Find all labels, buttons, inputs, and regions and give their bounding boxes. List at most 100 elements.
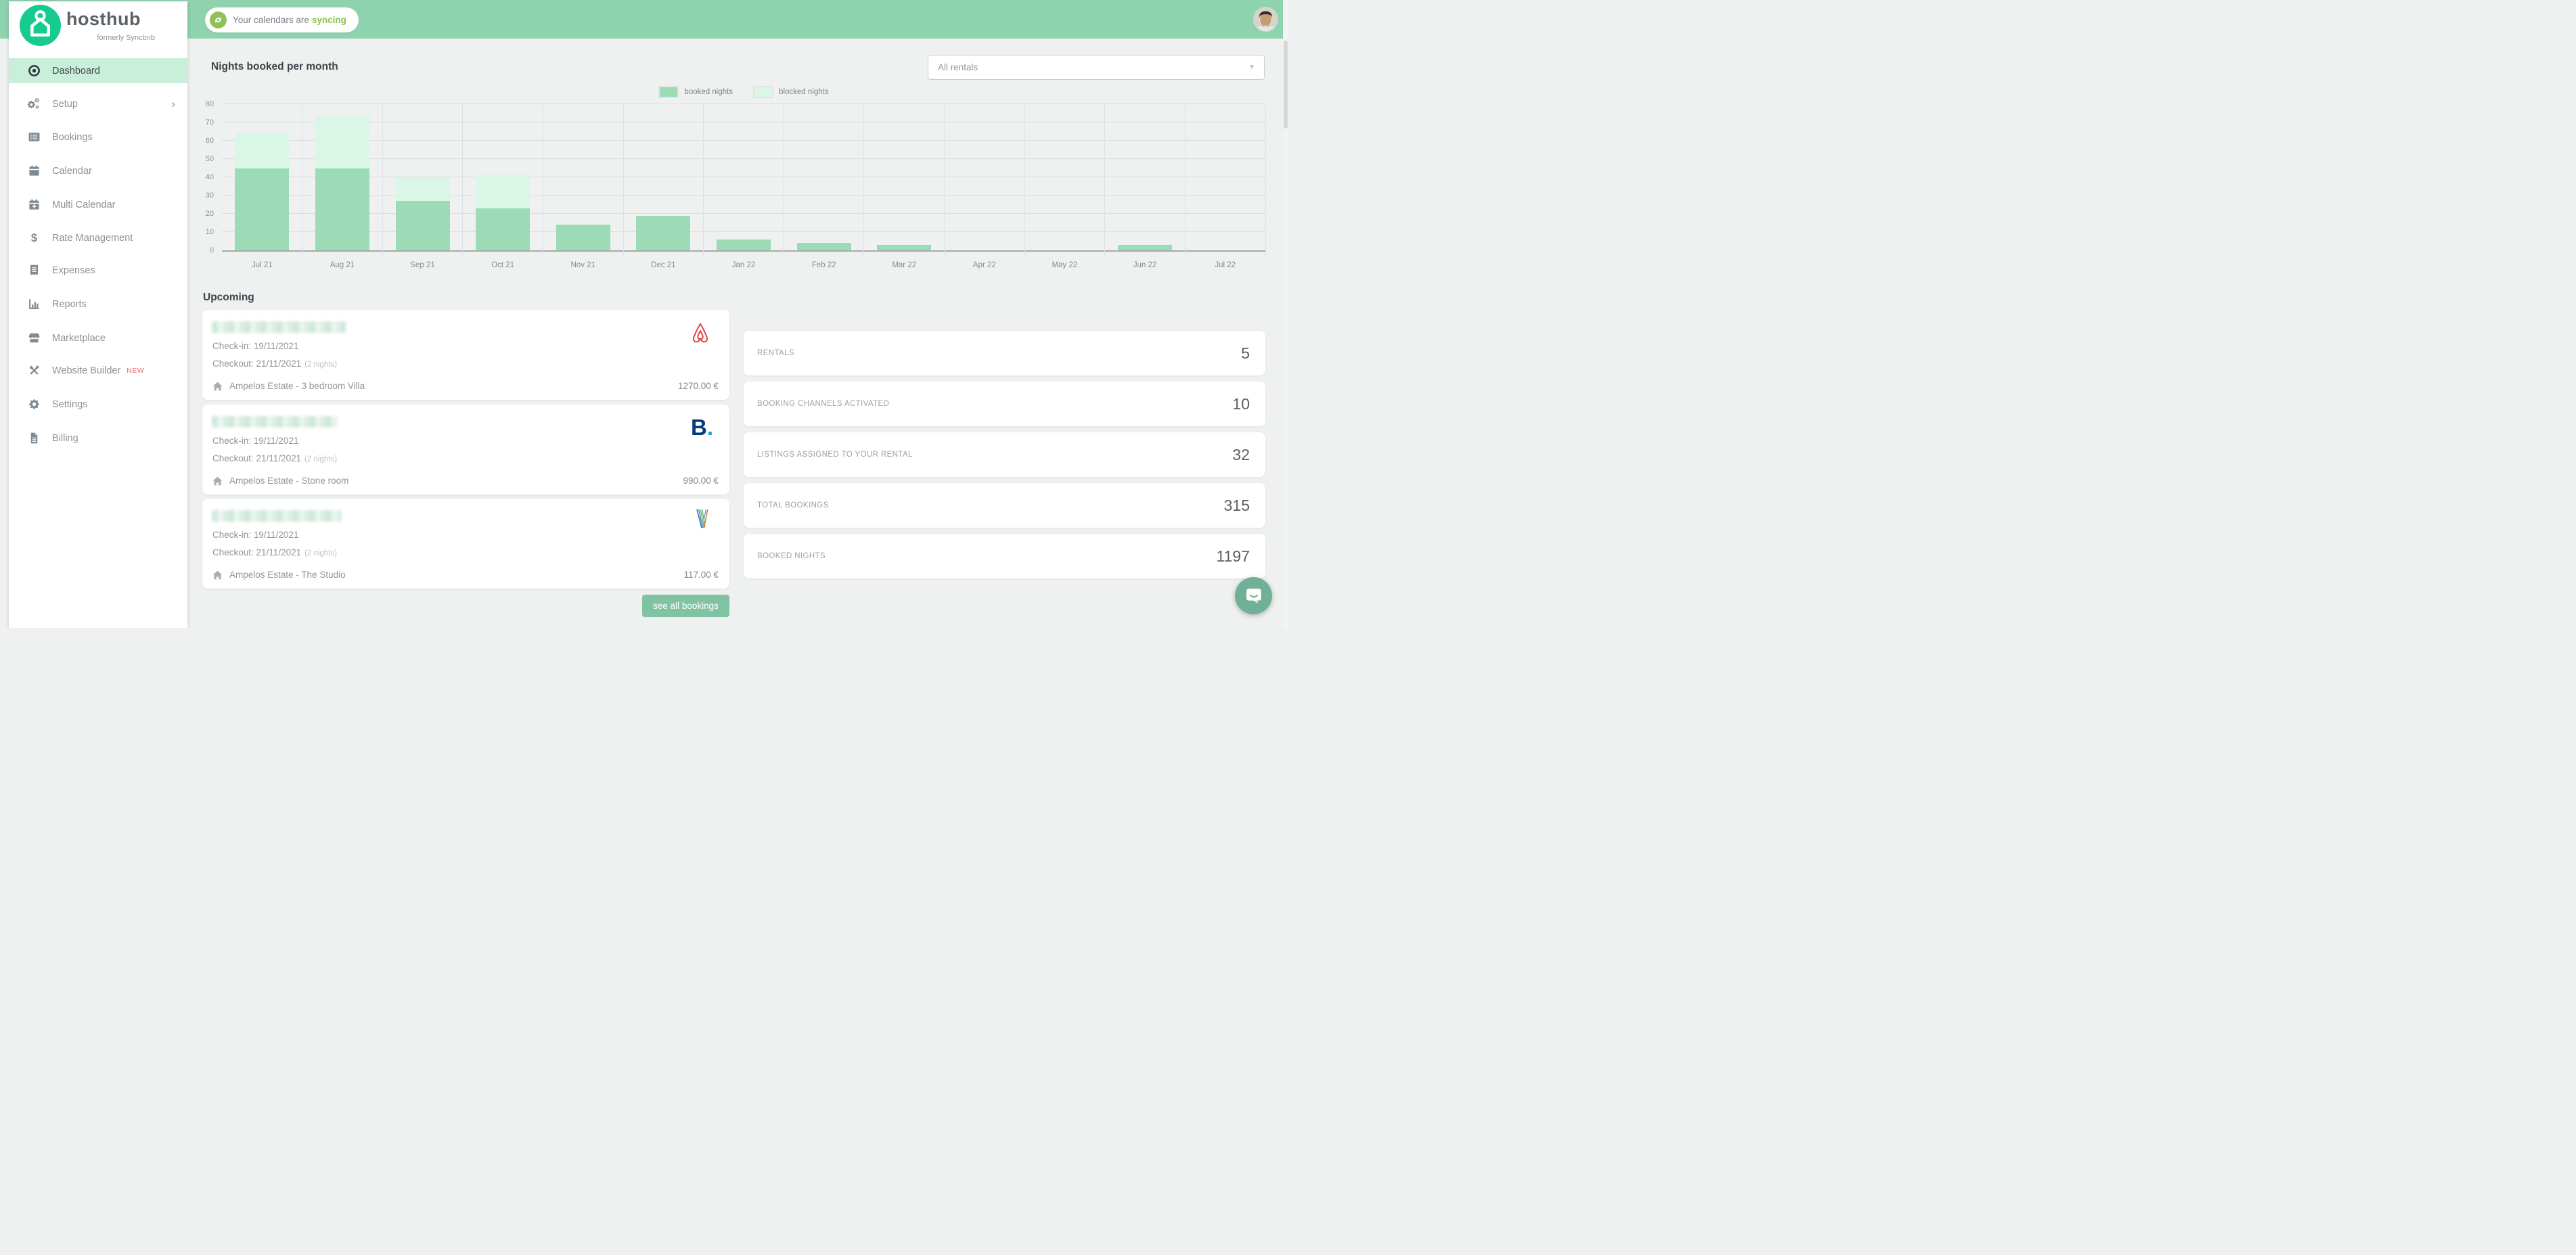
gridline-y-20 [222,213,1265,214]
y-axis-label-30: 30 [205,191,214,200]
gridline-x [863,104,865,256]
stat-label: RENTALS [757,349,794,357]
list-icon [27,131,41,144]
dashboard-target-icon [27,64,41,78]
checkin-line: Check-in: 19/11/2021 [212,436,299,446]
y-axis-label-70: 70 [205,118,214,127]
booking-com-logo: B. [690,415,713,440]
airbnb-logo-icon [689,321,712,350]
x-axis-label-Jul 22: Jul 22 [1215,261,1236,269]
stat-value: 315 [1223,497,1250,514]
bar-booked-Oct 21 [476,208,530,250]
house-icon [212,476,223,485]
y-axis-label-60: 60 [205,137,214,145]
booking-price: 990.00 € [683,476,719,486]
bar-booked-Sep 21 [395,201,450,250]
booked-swatch [658,86,679,98]
bar-blocked-Oct 21 [476,175,530,208]
guest-name-redacted [212,321,346,333]
new-badge: NEW [127,366,145,375]
y-axis-label-10: 10 [205,228,214,236]
sidebar-item-label: Rate Management [52,232,133,244]
scrollbar-thumb[interactable] [1284,41,1288,129]
booking-card-booking-com[interactable]: Check-in: 19/11/2021 Checkout: 21/11/202… [202,405,729,495]
sidebar-item-reports[interactable]: Reports [9,292,187,317]
stat-label: TOTAL BOOKINGS [757,501,829,509]
bar-booked-Dec 21 [636,215,691,250]
gears-icon [27,97,41,111]
stat-card-booking-channels: BOOKING CHANNELS ACTIVATED 10 [744,382,1265,426]
dollar-icon: $ [27,231,41,245]
sidebar-item-label: Reports [52,298,87,310]
sidebar-item-bookings[interactable]: Bookings [9,124,187,150]
sidebar-item-label: Calendar [52,165,92,177]
gridline-y-50 [222,158,1265,159]
chevron-right-icon: › [171,97,175,110]
stat-value: 10 [1232,395,1250,413]
chart-x-axis-line [222,250,1265,252]
stat-card-rentals: RENTALS 5 [744,331,1265,375]
sidebar-item-expenses[interactable]: Expenses [9,258,187,283]
nights-booked-chart: Jul 21 Aug 21 Sep 21 Oct 21 Nov 21 Dec 21 Jan … [222,104,1266,269]
see-all-bookings-button[interactable]: see all bookings [642,595,729,617]
sidebar-item-label: Bookings [52,131,93,143]
hosthub-dashboard: Your calendars are syncing hosthub former… [0,0,1288,628]
booking-card-airbnb[interactable]: Check-in: 19/11/2021 Checkout: 21/11/202… [202,310,729,400]
x-axis-label-Oct 21: Oct 21 [491,261,515,269]
sidebar-item-marketplace[interactable]: Marketplace [9,325,187,350]
rentals-filter-dropdown[interactable]: All rentals ▼ [928,55,1265,80]
stat-card-total-bookings: TOTAL BOOKINGS 315 [744,483,1265,528]
logo-tagline: formerly Syncbnb [97,34,155,42]
sidebar-item-website-builder[interactable]: Website Builder NEW [9,358,187,383]
sync-status-text: Your calendars are syncing [233,15,346,25]
upcoming-heading: Upcoming [203,292,254,303]
sidebar-item-billing[interactable]: Billing [9,426,187,451]
stat-label: BOOKING CHANNELS ACTIVATED [757,400,890,408]
house-icon [212,382,223,390]
property-row: Ampelos Estate - 3 bedroom Villa 1270.00… [212,381,719,391]
sidebar-item-dashboard[interactable]: Dashboard [9,58,187,83]
bar-blocked-Aug 21 [315,115,369,168]
sidebar-item-label: Multi Calendar [52,199,116,210]
bar-blocked-Jul 21 [235,133,290,168]
sync-refresh-icon [210,12,227,28]
chart-title: Nights booked per month [211,61,338,72]
calendar-icon [27,164,41,178]
booking-card-vrbo[interactable]: Check-in: 19/11/2021 Checkout: 21/11/202… [202,499,729,589]
gridline-x [944,104,945,256]
hosthub-logo-icon [20,5,61,46]
sidebar-item-rate-management[interactable]: $ Rate Management [9,225,187,250]
sidebar-item-label: Dashboard [52,65,100,76]
chat-widget-button[interactable] [1235,577,1272,614]
sidebar-item-label: Website Builder [52,365,121,376]
gridline-x [1104,104,1106,256]
guest-name-redacted [212,510,342,522]
x-axis-label-Jul 21: Jul 21 [251,261,273,269]
receipt-icon [27,264,41,277]
document-icon [27,432,41,445]
page-scrollbar[interactable] [1283,0,1288,628]
sidebar-item-label: Expenses [52,265,95,276]
booking-price: 117.00 € [683,570,719,580]
gridline-x [382,104,383,256]
property-row: Ampelos Estate - The Studio 117.00 € [212,570,719,580]
sidebar-item-multi-calendar[interactable]: Multi Calendar [9,192,187,217]
stat-value: 1197 [1216,547,1250,565]
sidebar: hosthub formerly Syncbnb Dashboard Setup… [9,1,187,628]
property-name: Ampelos Estate - The Studio [229,570,346,580]
sidebar-item-setup[interactable]: Setup › [9,91,187,116]
legend-label: booked nights [684,88,733,96]
sidebar-item-calendar[interactable]: Calendar [9,158,187,183]
gridline-y-60 [222,140,1265,141]
user-avatar[interactable] [1254,7,1278,31]
stat-card-booked-nights: BOOKED NIGHTS 1197 [744,534,1265,578]
stat-value: 5 [1241,344,1250,362]
stat-card-listings: LISTINGS ASSIGNED TO YOUR RENTAL 32 [744,432,1265,477]
chevron-down-icon: ▼ [1248,64,1255,71]
sidebar-item-settings[interactable]: Settings [9,392,187,417]
nights-count: (2 nights) [304,361,338,369]
x-axis-label-Mar 22: Mar 22 [892,261,917,269]
x-axis-label-Feb 22: Feb 22 [811,261,836,269]
x-axis-label-Dec 21: Dec 21 [651,261,676,269]
calendar-plus-icon [27,198,41,212]
